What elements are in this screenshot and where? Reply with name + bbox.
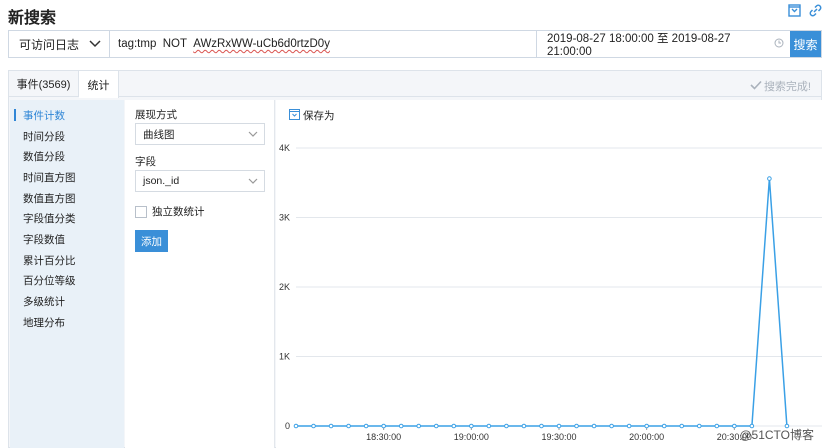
menu-item-field-value-category[interactable]: 字段值分类 [10,208,124,228]
tab-statistics[interactable]: 统计 [79,71,119,98]
time-range-value: 2019-08-27 18:00:00 至 2019-08-27 21:00:0… [547,33,731,58]
data-point [732,423,737,429]
tab-bar: 事件(3569) 统计 搜索完成! [9,71,821,98]
menu-item-field-numeric[interactable]: 字段数值 [10,229,124,249]
x-tick-label: 19:30:00 [541,432,576,442]
add-button[interactable]: 添加 [135,230,168,252]
save-icon [289,108,300,123]
menu-item-value-histogram[interactable]: 数值直方图 [10,188,124,208]
data-point [486,423,492,429]
data-point [767,176,772,181]
data-point [626,423,632,429]
data-point [591,423,597,429]
x-tick-label: 20:00:00 [629,432,664,442]
data-point [416,423,422,429]
search-status-label: 搜索完成! [763,81,811,93]
field-select[interactable]: json._id [135,170,265,192]
time-range-picker[interactable]: 2019-08-27 18:00:00 至 2019-08-27 21:00:0… [537,31,790,58]
menu-item-value-segment[interactable]: 数值分段 [10,146,124,166]
data-point [363,423,369,429]
distinct-count-label: 独立数统计 [152,206,205,218]
chevron-down-icon [89,37,101,51]
search-button[interactable]: 搜索 [790,31,821,57]
config-panel: 展现方式 曲线图 字段 json._id 独立数统计 添加 [125,100,275,448]
save-as-label: 保存为 [303,110,335,122]
search-bar: 可访问日志 tag:tmp NOT AWzRxWW-uCb6d0rtzD0y 2… [8,30,822,58]
clock-icon [774,38,784,51]
data-point [679,423,685,429]
data-point [556,423,562,429]
stats-menu: 事件计数 时间分段 数值分段 时间直方图 数值直方图 字段值分类 字段数值 累计… [10,100,124,448]
watermark: @51CTO博客 [739,428,814,442]
menu-item-geo-distribution[interactable]: 地理分布 [10,312,124,332]
x-tick-label: 19:00:00 [454,432,489,442]
query-input[interactable]: tag:tmp NOT AWzRxWW-uCb6d0rtzD0y [110,31,537,57]
page-title: 新搜索 [8,10,57,27]
main-panel: 事件(3569) 统计 搜索完成! 事件计数 时间分段 数值分段 时间直方图 数… [8,70,822,448]
title-actions [788,4,822,17]
source-select[interactable]: 可访问日志 [9,31,110,57]
data-point [609,423,614,429]
data-point [504,423,509,429]
data-point [328,423,334,429]
data-point [469,423,474,429]
x-tick-label: 18:30:00 [366,432,401,442]
display-mode-select[interactable]: 曲线图 [135,123,265,145]
source-select-value: 可访问日志 [19,37,80,52]
data-point [311,423,316,429]
distinct-count-toggle[interactable]: 独立数统计 [135,204,205,219]
query-term: AWzRxWW-uCb6d0rtzD0y [193,38,330,50]
data-point [644,423,649,429]
save-as-button[interactable]: 保存为 [289,108,335,123]
chart-area: 保存为 0 1K 2K 3K 4K 18:30:00 19:00:00 19:30:00 20:… [276,100,822,448]
series-line [296,178,788,427]
display-mode-label: 展现方式 [135,109,177,121]
chevron-down-icon [248,175,258,187]
link-icon[interactable] [809,4,822,17]
y-tick-label: 0 [285,421,290,431]
field-value: json._id [143,175,180,187]
data-point [539,423,544,429]
data-point [398,423,404,429]
data-point [521,423,527,429]
save-search-icon[interactable] [788,4,801,17]
tab-events[interactable]: 事件(3569) [9,71,79,97]
menu-item-time-segment[interactable]: 时间分段 [10,126,124,146]
field-label: 字段 [135,156,156,168]
menu-item-event-count[interactable]: 事件计数 [10,105,124,125]
data-point [696,423,702,429]
search-status: 搜索完成! [750,78,811,94]
display-mode-value: 曲线图 [143,128,175,141]
menu-item-percentile-rank[interactable]: 百分位等级 [10,270,124,290]
data-point [714,423,720,429]
data-point [574,423,579,429]
y-tick-label: 3K [279,213,290,223]
data-point [293,423,299,429]
line-chart: 0 1K 2K 3K 4K 18:30:00 19:00:00 19:30:00 20:00:0… [279,143,822,442]
distinct-count-checkbox[interactable] [135,205,147,218]
data-point [433,423,439,429]
data-point [346,423,351,429]
menu-item-time-histogram[interactable]: 时间直方图 [10,167,124,187]
checkmark-icon [750,80,762,93]
y-tick-label: 4K [279,143,290,153]
menu-item-multilevel-stats[interactable]: 多级统计 [10,291,124,311]
query-prefix: tag:tmp NOT [118,38,194,50]
y-tick-label: 1K [279,352,290,362]
data-point [451,423,457,429]
data-point [661,423,667,429]
y-tick-label: 2K [279,282,290,292]
data-point [381,423,386,429]
menu-item-cumulative-percent[interactable]: 累计百分比 [10,250,124,270]
chevron-down-icon [248,128,258,140]
